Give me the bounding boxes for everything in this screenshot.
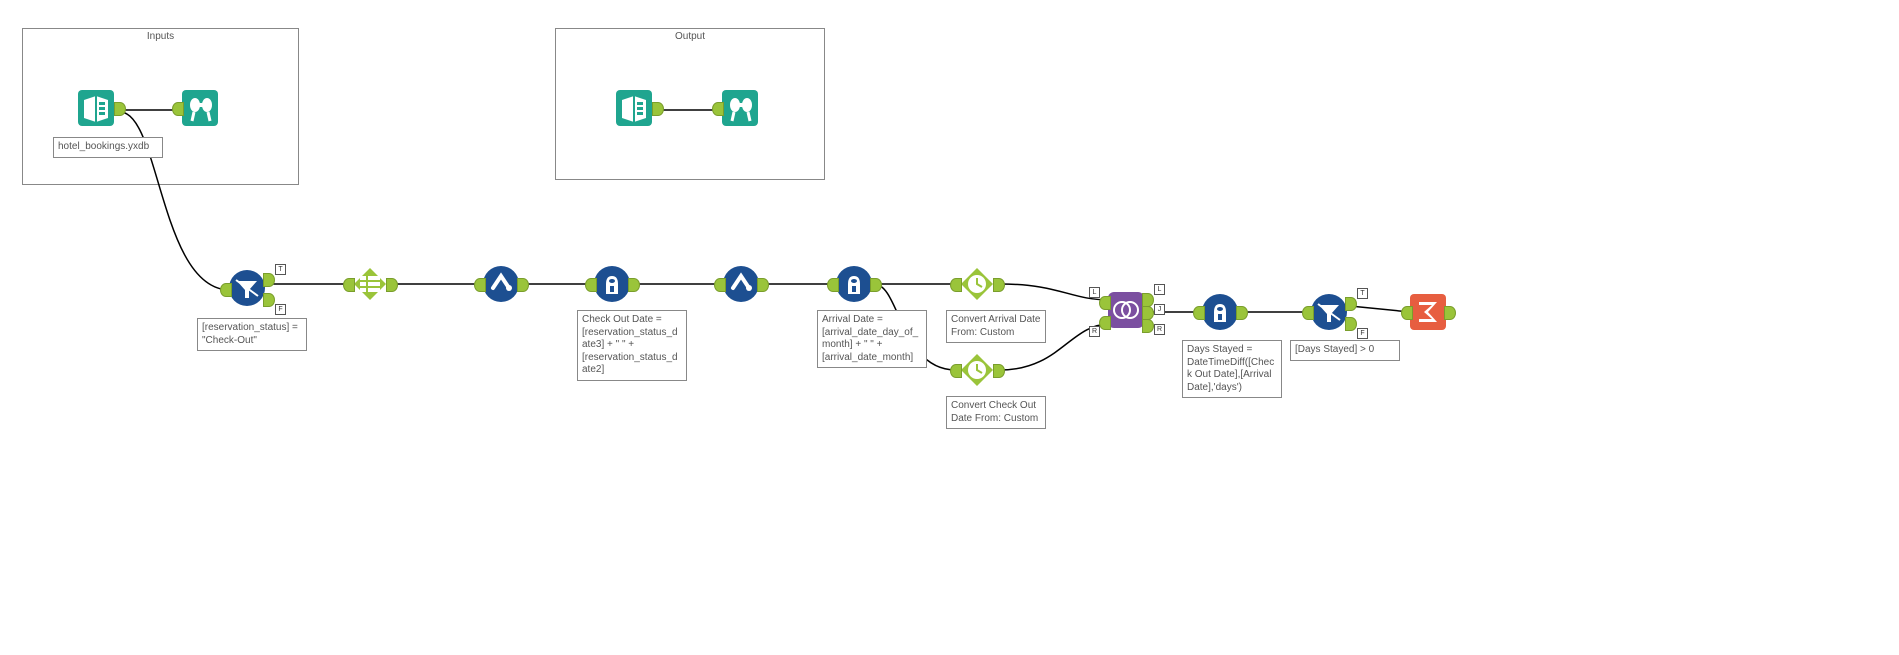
input-file-label: hotel_bookings.yxdb [53,137,163,158]
join-j-out[interactable] [1142,306,1154,320]
join-r-in[interactable] [1099,316,1111,330]
datetime-tool-2[interactable] [959,352,995,388]
dc2-in[interactable] [714,278,726,292]
dt1-in[interactable] [950,278,962,292]
browse1-in-anchor[interactable] [172,102,184,116]
formula1-out[interactable] [628,278,640,292]
output-container: Output [555,28,825,180]
output-out-anchor[interactable] [652,102,664,116]
dc2-out[interactable] [757,278,769,292]
select-tool[interactable] [352,266,388,302]
input-data-tool[interactable] [78,90,114,126]
formula-tool-2[interactable] [836,266,872,302]
output-title: Output [556,29,824,44]
join-j-tag: J [1154,304,1165,315]
filter1-f-tag: F [275,304,286,315]
dt2-in[interactable] [950,364,962,378]
filter1-f-out[interactable] [263,293,275,307]
formula2-in[interactable] [827,278,839,292]
input-out-anchor[interactable] [114,102,126,116]
join-l-out[interactable] [1142,293,1154,307]
dt1-out[interactable] [993,278,1005,292]
join-l-in[interactable] [1099,296,1111,310]
select-out[interactable] [386,278,398,292]
datetime-tool-1[interactable] [959,266,995,302]
select-in[interactable] [343,278,355,292]
filter2-t-out[interactable] [1345,297,1357,311]
datetime2-label: Convert Check Out Date From: Custom [946,396,1046,429]
browse-tool-1[interactable] [182,90,218,126]
join-tool[interactable] [1108,292,1144,328]
browse2-in-anchor[interactable] [712,102,724,116]
output-data-tool[interactable] [616,90,652,126]
filter1-t-tag: T [275,264,286,275]
filter1-in[interactable] [220,283,232,297]
formula3-in[interactable] [1193,306,1205,320]
formula-tool-1[interactable] [594,266,630,302]
formula2-out[interactable] [870,278,882,292]
formula3-out[interactable] [1236,306,1248,320]
summarize-tool[interactable] [1410,294,1446,330]
filter2-t-tag: T [1357,288,1368,299]
summarize-in[interactable] [1401,306,1413,320]
filter1-t-out[interactable] [263,273,275,287]
filter1-label: [reservation_status] = "Check-Out" [197,318,307,351]
dt2-out[interactable] [993,364,1005,378]
filter-tool-2[interactable] [1311,294,1347,330]
dc1-out[interactable] [517,278,529,292]
formula1-in[interactable] [585,278,597,292]
join-r-out-tag: R [1154,324,1165,335]
filter2-f-out[interactable] [1345,317,1357,331]
formula2-label: Arrival Date = [arrival_date_day_of_mont… [817,310,927,368]
filter2-label: [Days Stayed] > 0 [1290,340,1400,361]
dc1-in[interactable] [474,278,486,292]
join-l-out-tag: L [1154,284,1165,295]
browse-tool-2[interactable] [722,90,758,126]
data-cleansing-tool-2[interactable] [723,266,759,302]
join-r-tag-in: R [1089,326,1100,337]
filter-tool-1[interactable] [229,270,265,306]
formula3-label: Days Stayed = DateTimeDiff([Check Out Da… [1182,340,1282,398]
join-r-out[interactable] [1142,319,1154,333]
filter2-f-tag: F [1357,328,1368,339]
datetime1-label: Convert Arrival Date From: Custom [946,310,1046,343]
filter2-in[interactable] [1302,306,1314,320]
summarize-out[interactable] [1444,306,1456,320]
inputs-title: Inputs [23,29,298,44]
inputs-container: Inputs [22,28,299,185]
formula-tool-3[interactable] [1202,294,1238,330]
data-cleansing-tool-1[interactable] [483,266,519,302]
formula1-label: Check Out Date = [reservation_status_dat… [577,310,687,381]
join-l-tag: L [1089,287,1100,298]
